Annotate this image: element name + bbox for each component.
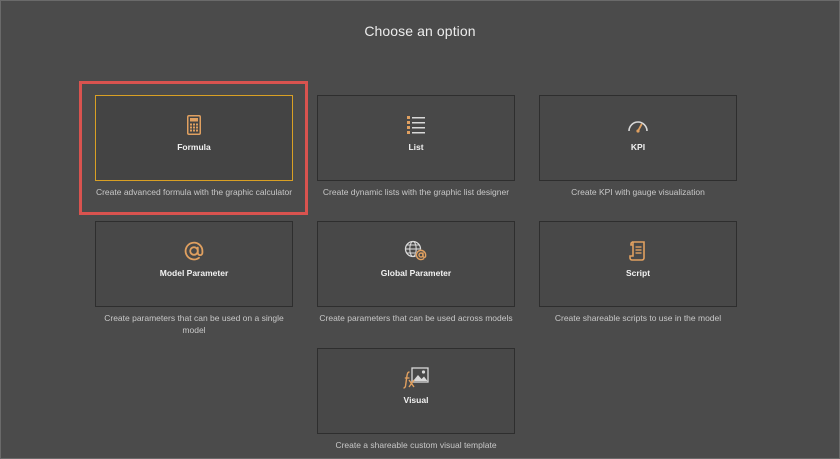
list-tile[interactable]: List <box>317 95 515 181</box>
global-parameter-description: Create parameters that can be used acros… <box>319 313 513 323</box>
formula-description: Create advanced formula with the graphic… <box>95 187 293 197</box>
visual-tile[interactable]: Visual <box>317 348 515 434</box>
option-script: Script Create shareable scripts to use i… <box>539 221 737 324</box>
gauge-icon <box>540 113 736 137</box>
list-icon <box>318 113 514 137</box>
fx-image-icon <box>318 366 514 390</box>
kpi-label: KPI <box>630 142 646 152</box>
option-visual: Visual Create a shareable custom visual … <box>317 348 515 451</box>
page-title: Choose an option <box>364 23 476 39</box>
formula-label: Formula <box>177 142 211 152</box>
kpi-tile[interactable]: KPI <box>539 95 737 181</box>
global-parameter-label: Global Parameter <box>380 268 452 278</box>
list-label: List <box>408 142 424 152</box>
at-sign-icon <box>96 239 292 263</box>
visual-label: Visual <box>403 395 429 405</box>
kpi-description: Create KPI with gauge visualization <box>571 187 705 197</box>
option-formula: Formula Create advanced formula with the… <box>95 95 293 198</box>
calculator-icon <box>96 113 292 137</box>
visual-description: Create a shareable custom visual templat… <box>335 440 497 450</box>
option-kpi: KPI Create KPI with gauge visualization <box>539 95 737 198</box>
model-parameter-tile[interactable]: Model Parameter <box>95 221 293 307</box>
list-description: Create dynamic lists with the graphic li… <box>322 187 510 197</box>
script-description: Create shareable scripts to use in the m… <box>554 313 722 323</box>
model-parameter-label: Model Parameter <box>159 268 229 278</box>
global-parameter-tile[interactable]: Global Parameter <box>317 221 515 307</box>
formula-tile[interactable]: Formula <box>95 95 293 181</box>
scroll-icon <box>540 239 736 263</box>
globe-at-icon <box>318 239 514 263</box>
script-label: Script <box>625 268 651 278</box>
script-tile[interactable]: Script <box>539 221 737 307</box>
model-parameter-description: Create parameters that can be used on a … <box>104 313 284 335</box>
option-list: List Create dynamic lists with the graph… <box>317 95 515 198</box>
option-global-parameter: Global Parameter Create parameters that … <box>317 221 515 324</box>
option-model-parameter: Model Parameter Create parameters that c… <box>95 221 293 336</box>
